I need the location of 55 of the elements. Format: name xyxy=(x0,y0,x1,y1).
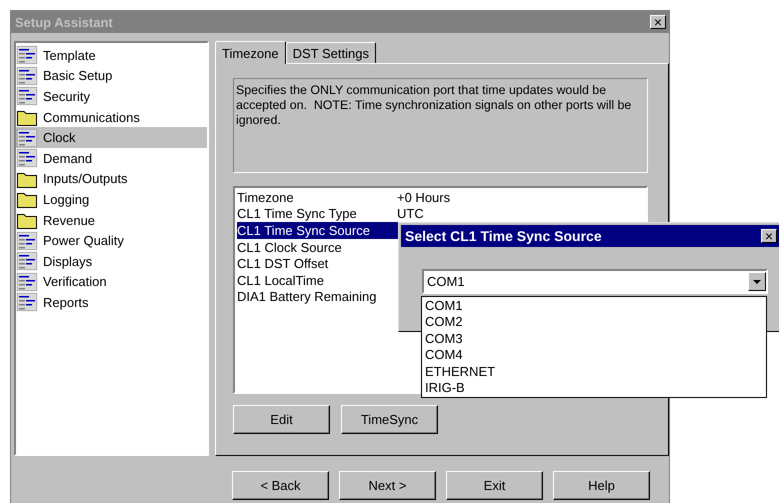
dropdown-button[interactable] xyxy=(748,272,766,291)
document-icon xyxy=(17,149,37,168)
settings-row[interactable]: CL1 Time Sync Type UTC xyxy=(237,206,644,222)
sidebar-label: Verification xyxy=(43,274,107,290)
document-icon xyxy=(17,87,37,106)
document-icon xyxy=(17,128,37,147)
sidebar-label: Communications xyxy=(43,110,140,125)
tab[interactable]: DST Settings xyxy=(286,42,376,63)
nav-button[interactable]: Exit xyxy=(446,471,543,500)
nav-button[interactable]: Next > xyxy=(339,471,436,500)
document-icon xyxy=(17,232,37,250)
dropdown-option[interactable]: ETHERNET xyxy=(425,364,763,380)
action-button[interactable]: TimeSync xyxy=(341,405,438,434)
dropdown-option[interactable]: COM3 xyxy=(425,330,763,348)
document-icon xyxy=(17,252,37,270)
close-button[interactable]: × xyxy=(650,15,666,29)
description-text: Specifies the ONLY communication port that time updates would be accepted on. NOTE: Time synchronization signals on other ports will be ignored. xyxy=(233,78,648,173)
setting-name: Timezone xyxy=(237,190,295,205)
document-icon xyxy=(17,293,37,312)
sidebar-label: Displays xyxy=(43,254,92,269)
dialog-title: Select CL1 Time Sync Source xyxy=(405,228,602,244)
sidebar-label: Basic Setup xyxy=(43,68,112,84)
dropdown-option[interactable]: COM4 xyxy=(425,347,763,364)
sidebar-label: Template xyxy=(43,48,96,63)
sidebar-label: Reports xyxy=(43,294,89,310)
close-button[interactable]: × xyxy=(761,229,777,243)
sidebar-label: Demand xyxy=(43,150,92,166)
document-icon xyxy=(17,46,37,64)
sidebar-label: Power Quality xyxy=(43,233,124,248)
setting-name: CL1 Time Sync Source xyxy=(237,222,371,238)
document-icon xyxy=(17,272,37,291)
dropdown-option[interactable]: COM1 xyxy=(425,298,763,314)
tab[interactable]: Timezone xyxy=(215,41,286,64)
caret-icon xyxy=(753,280,761,284)
action-button[interactable]: Edit xyxy=(233,405,330,434)
dropdown-option[interactable]: COM2 xyxy=(425,314,763,331)
sidebar-label: Security xyxy=(43,88,90,104)
sidebar-label: Revenue xyxy=(43,212,96,228)
setting-name: CL1 Clock Source xyxy=(237,240,343,255)
source-dropdown[interactable]: COM1 xyxy=(422,269,768,294)
nav-button[interactable]: < Back xyxy=(232,471,329,500)
window-title: Setup Assistant xyxy=(15,14,113,30)
dropdown-value: COM1 xyxy=(427,274,465,289)
sidebar-label: Inputs/Outputs xyxy=(43,171,128,186)
setting-value: UTC xyxy=(397,206,425,222)
setting-name: CL1 DST Offset xyxy=(237,256,330,272)
sidebar-item[interactable]: Clock xyxy=(16,127,207,148)
nav-button[interactable]: Help xyxy=(553,471,650,500)
sidebar-label: Logging xyxy=(43,192,90,207)
document-icon xyxy=(17,66,37,85)
setting-value: +0 Hours xyxy=(397,190,452,205)
dropdown-option[interactable]: IRIG-B xyxy=(425,380,763,396)
setting-name: CL1 Time Sync Type xyxy=(237,206,358,222)
sidebar-label: Clock xyxy=(43,130,76,146)
settings-row[interactable]: Timezone +0 Hours xyxy=(237,189,644,206)
